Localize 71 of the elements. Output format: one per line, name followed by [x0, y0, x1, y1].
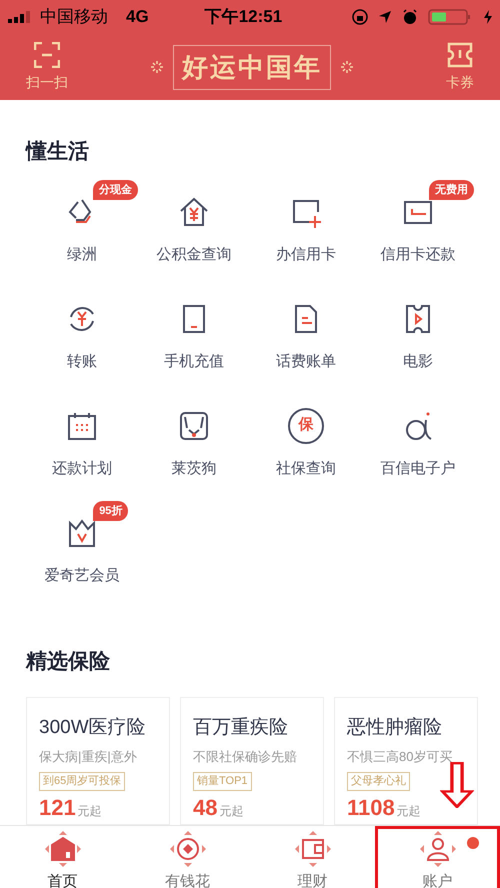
clock: 下午12:51	[204, 6, 282, 28]
charging-icon	[484, 10, 492, 24]
insurance-card[interactable]: 百万重疾险 不限社保确诊先赔 销量TOP1 48 元起	[180, 697, 324, 824]
tab-item[interactable]: 有钱花	[125, 826, 250, 888]
sparkle-icon	[151, 61, 163, 73]
promo-badge: 95折	[93, 500, 128, 521]
service-label: 信用卡还款	[380, 244, 456, 264]
service-label: 转账	[67, 352, 97, 372]
service-label: 还款计划	[52, 458, 112, 478]
card-title: 恶性肿瘤险	[347, 716, 442, 740]
insurance-card[interactable]: 恶性肿瘤险 不惧三高80岁可买 父母孝心礼 1108 元起	[334, 697, 478, 824]
service-item[interactable]: 公积金查询	[138, 178, 250, 284]
service-label: 手机充值	[164, 352, 224, 372]
service-item[interactable]: 莱茨狗	[138, 392, 250, 498]
section-title: 懂生活	[26, 139, 90, 165]
home-icon	[42, 828, 82, 868]
service-label: 百信电子户	[380, 458, 456, 478]
price-unit: 元起	[396, 802, 421, 820]
location-icon	[378, 10, 392, 24]
tab-item[interactable]: 首页	[0, 826, 125, 888]
service-item[interactable]: 转账	[26, 284, 138, 392]
tab-item[interactable]: 账户	[375, 826, 500, 888]
card-subtitle: 保大病|重疾|意外	[39, 748, 137, 766]
carrier-name: 中国移动	[40, 6, 108, 28]
badge-icon: 保	[288, 408, 324, 444]
service-item[interactable]: 无费用 信用卡还款	[362, 178, 474, 284]
user-icon	[418, 828, 458, 868]
service-item[interactable]: 保 社保查询	[250, 392, 362, 498]
sparkle-icon	[341, 61, 353, 73]
service-label: 公积金查询	[156, 244, 232, 264]
alarm-icon	[402, 9, 418, 25]
price: 121	[39, 796, 76, 818]
wallet-icon	[292, 828, 332, 868]
festival-banner: 好运中国年	[173, 44, 331, 90]
service-item[interactable]: 分现金 绿洲	[26, 178, 138, 284]
service-item[interactable]: 电影	[362, 284, 474, 392]
card-subtitle: 不限社保确诊先赔	[193, 748, 297, 766]
service-label: 爱奇艺会员	[44, 566, 120, 586]
promo-badge: 无费用	[429, 180, 474, 200]
annotation-arrow	[440, 762, 474, 808]
price: 48	[193, 796, 218, 818]
service-item[interactable]: 百信电子户	[362, 392, 474, 498]
price-unit: 元起	[219, 802, 244, 820]
service-label: 电影	[403, 352, 433, 372]
service-item[interactable]: 话费账单	[250, 284, 362, 392]
tab-item[interactable]: 理财	[250, 826, 375, 888]
service-label: 莱茨狗	[172, 458, 216, 478]
card-tag: 到65周岁可投保	[39, 772, 126, 790]
network-type: 4G	[126, 6, 149, 28]
card-subtitle: 不惧三高80岁可买	[347, 748, 452, 766]
scan-icon	[34, 42, 60, 68]
service-label: 话费账单	[276, 352, 336, 372]
price-unit: 元起	[78, 802, 102, 820]
service-item[interactable]: 95折 爱奇艺会员	[26, 498, 138, 606]
card-title: 300W医疗险	[39, 716, 146, 740]
card-tag: 父母孝心礼	[347, 772, 410, 790]
service-item[interactable]: 办信用卡	[250, 178, 362, 284]
insurance-card[interactable]: 300W医疗险 保大病|重疾|意外 到65周岁可投保 121 元起	[26, 697, 170, 824]
service-item[interactable]: 手机充值	[138, 284, 250, 392]
service-label: 办信用卡	[276, 244, 336, 264]
card-title: 百万重疾险	[193, 716, 288, 740]
promo-badge: 分现金	[93, 180, 138, 200]
card-tag: 销量TOP1	[193, 772, 252, 790]
ticket-icon	[447, 42, 473, 68]
service-label: 绿洲	[67, 244, 97, 264]
service-item[interactable]: 还款计划	[26, 392, 138, 498]
section-title: 精选保险	[26, 648, 111, 674]
service-label: 社保查询	[276, 458, 336, 478]
coin-icon	[168, 828, 208, 868]
price: 1108	[347, 796, 395, 818]
rotation-lock-icon	[352, 9, 368, 25]
